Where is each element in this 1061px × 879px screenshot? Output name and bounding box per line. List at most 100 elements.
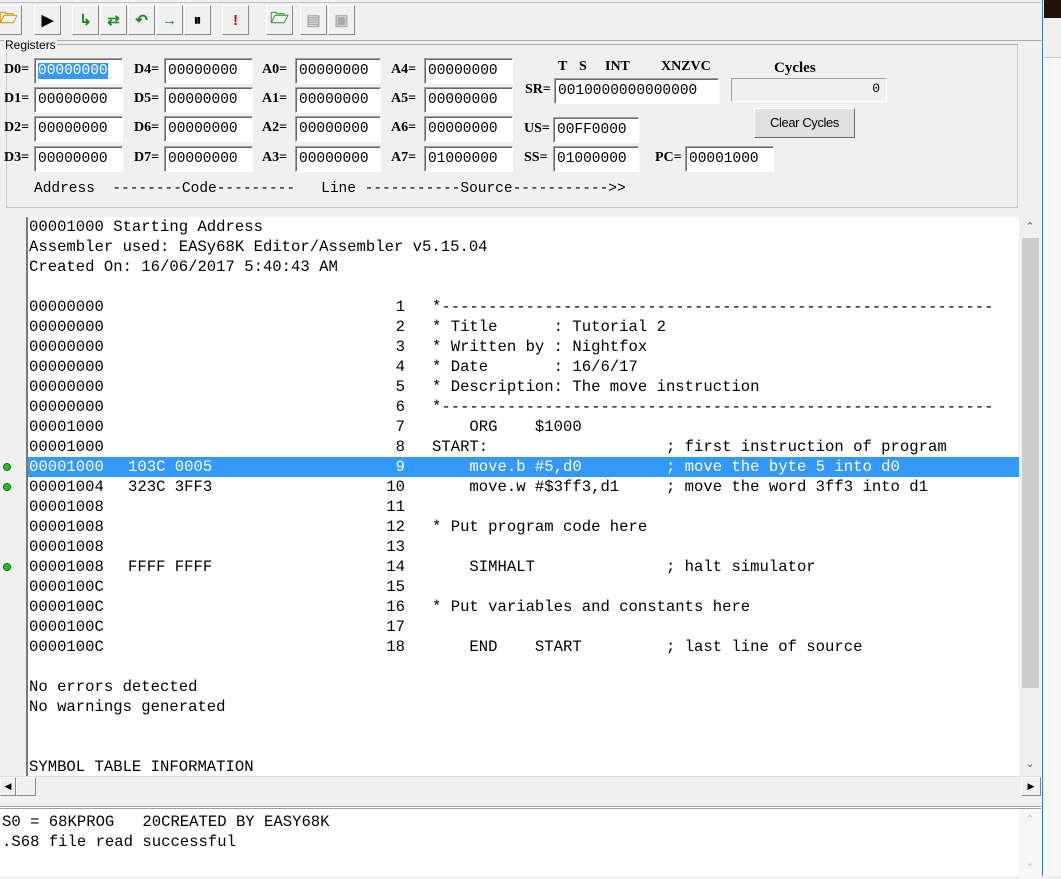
- listing-row[interactable]: 00001000 8 START: ; first instruction of p…: [28, 437, 1019, 457]
- d4-register-field[interactable]: 00000000: [164, 58, 253, 84]
- listing-row[interactable]: 0000100C 17: [28, 617, 1019, 637]
- us-register-field[interactable]: 00FF0000: [553, 117, 639, 143]
- listing-row[interactable]: 00001008 13: [28, 537, 1019, 557]
- listing-row[interactable]: 00001004 323C 3FF3 10 move.w #$3ff3,d1 ; m…: [28, 477, 1019, 497]
- run-to-cursor-button[interactable]: →: [156, 5, 183, 35]
- open-file-button[interactable]: 🗁: [0, 5, 22, 35]
- listing-row[interactable]: 00001008 11: [28, 497, 1019, 517]
- address-cell: 00000000: [29, 318, 104, 336]
- d2-register-field[interactable]: 00000000: [34, 116, 123, 142]
- listing-row[interactable]: 00001000 103C 0005 9 move.b #5,d0 ; move t…: [28, 457, 1019, 477]
- pause-button[interactable]: ⏸: [184, 5, 211, 35]
- a0-register-field[interactable]: 00000000: [295, 58, 381, 84]
- output-pane[interactable]: S0 = 68KPROG 20CREATED BY EASY68K .S68 f…: [0, 806, 1041, 879]
- a0-register-label: A0=: [262, 62, 288, 77]
- a7-register-label: A7=: [391, 150, 417, 165]
- d6-register-label: D6=: [134, 120, 160, 135]
- listing-horizontal-scrollbar[interactable]: ◀ ▶: [0, 776, 1041, 797]
- listing-row[interactable]: SYMBOL TABLE INFORMATION: [28, 757, 1019, 776]
- source-cell: SIMHALT ; halt simulator: [432, 558, 816, 576]
- scroll-down-icon[interactable]: ⌄: [1019, 856, 1041, 869]
- listing-row[interactable]: 00001008 FFFF FFFF 14 SIMHALT ; halt simul…: [28, 557, 1019, 577]
- sr-register-label: SR=: [525, 82, 551, 97]
- listing-row[interactable]: 00001000 7 ORG $1000: [28, 417, 1019, 437]
- d0-register-field[interactable]: 00000000: [34, 58, 123, 84]
- a7-register-field[interactable]: 01000000: [424, 146, 513, 172]
- listing-row[interactable]: Assembler used: EASy68K Editor/Assembler…: [28, 237, 1019, 257]
- log-stop-button: ▣: [328, 5, 355, 35]
- line-number-cell: 10: [386, 478, 405, 496]
- listing-row[interactable]: 00001008 12 * Put program code here: [28, 517, 1019, 537]
- listing-row[interactable]: No errors detected: [28, 677, 1019, 697]
- d6-register-field[interactable]: 00000000: [164, 116, 253, 142]
- d7-register-field[interactable]: 00000000: [164, 146, 253, 172]
- line-number-cell: 3: [395, 338, 405, 356]
- scroll-up-icon[interactable]: ⌃: [1019, 217, 1041, 238]
- listing-row[interactable]: [28, 737, 1019, 757]
- source-cell: END START ; last line of source: [432, 638, 863, 656]
- listing-row[interactable]: 0000100C 15: [28, 577, 1019, 597]
- scroll-down-icon[interactable]: ⌄: [1019, 754, 1041, 775]
- source-cell: * Put variables and constants here: [432, 598, 751, 616]
- d1-register-value: 00000000: [38, 92, 108, 108]
- line-number-cell: 8: [395, 438, 405, 456]
- us-register-value: 00FF0000: [557, 122, 627, 138]
- listing-row[interactable]: Created On: 16/06/2017 5:40:43 AM: [28, 257, 1019, 277]
- listing-vertical-scrollbar[interactable]: ⌃ ⌄: [1019, 217, 1041, 776]
- listing-row[interactable]: 00000000 5 * Description: The move instruc…: [28, 377, 1019, 397]
- pc-register-label: PC=: [655, 150, 682, 165]
- listing-row[interactable]: [28, 657, 1019, 677]
- listing-row[interactable]: [28, 717, 1019, 737]
- d2-register-value: 00000000: [38, 121, 108, 137]
- a6-register-field[interactable]: 00000000: [424, 116, 513, 142]
- pc-register-field[interactable]: 00001000: [685, 146, 774, 172]
- horizontal-scroll-thumb[interactable]: [16, 777, 36, 796]
- trace-button[interactable]: ↶: [128, 5, 155, 35]
- listing-row[interactable]: 00000000 2 * Title : Tutorial 2: [28, 317, 1019, 337]
- a1-register-field[interactable]: 00000000: [295, 87, 381, 113]
- ss-register-field[interactable]: 01000000: [553, 146, 639, 172]
- a2-register-value: 00000000: [299, 121, 369, 137]
- source-cell: * Description: The move instruction: [432, 378, 760, 396]
- step-over-button[interactable]: ⇄: [100, 5, 127, 35]
- a5-register-field[interactable]: 00000000: [424, 87, 513, 113]
- d3-register-label: D3=: [4, 150, 30, 165]
- breakpoint-icon[interactable]: [3, 483, 11, 491]
- listing-row[interactable]: 0000100C 18 END START ; last line of sour…: [28, 637, 1019, 657]
- listing-row[interactable]: 00000000 1 *------------------------------…: [28, 297, 1019, 317]
- breakpoint-icon[interactable]: [3, 563, 11, 571]
- source-cell: * Title : Tutorial 2: [432, 318, 666, 336]
- sr-register-field[interactable]: 0010000000000000: [554, 78, 719, 104]
- reset-icon: !: [233, 11, 238, 29]
- listing-row[interactable]: No warnings generated: [28, 697, 1019, 717]
- output-vertical-scrollbar[interactable]: ⌃ ⌄: [1019, 809, 1041, 879]
- scroll-right-icon[interactable]: ▶: [1021, 777, 1041, 796]
- listing-row[interactable]: 0000100C 16 * Put variables and constants …: [28, 597, 1019, 617]
- listing-row[interactable]: 00000000 6 *------------------------------…: [28, 397, 1019, 417]
- step-into-button[interactable]: ↳: [72, 5, 99, 35]
- address-cell: 0000100C: [29, 638, 104, 656]
- listing-row[interactable]: 00001000 Starting Address: [28, 217, 1019, 237]
- listing-row[interactable]: [28, 277, 1019, 297]
- d3-register-field[interactable]: 00000000: [34, 146, 123, 172]
- listing-row[interactable]: 00000000 4 * Date : 16/6/17: [28, 357, 1019, 377]
- a3-register-field[interactable]: 00000000: [295, 146, 381, 172]
- clear-cycles-button[interactable]: Clear Cycles: [754, 108, 855, 138]
- a4-register-field[interactable]: 00000000: [424, 58, 513, 84]
- sr-header-s: S: [579, 59, 587, 74]
- d5-register-field[interactable]: 00000000: [164, 87, 253, 113]
- scroll-thumb[interactable]: [1022, 238, 1039, 688]
- address-cell: 00001008: [29, 558, 104, 576]
- reload-button[interactable]: 🗁: [266, 5, 293, 35]
- address-cell: 0000100C: [29, 578, 104, 596]
- breakpoint-icon[interactable]: [3, 463, 11, 471]
- scroll-left-icon[interactable]: ◀: [0, 777, 16, 796]
- d1-register-field[interactable]: 00000000: [34, 87, 123, 113]
- reset-button[interactable]: !: [222, 5, 249, 35]
- run-button[interactable]: ▶: [34, 5, 61, 35]
- address-cell: 00000000: [29, 358, 104, 376]
- scroll-up-icon[interactable]: ⌃: [1019, 813, 1041, 826]
- listing-row[interactable]: 00000000 3 * Written by : Nightfox: [28, 337, 1019, 357]
- listing-pane[interactable]: 00001000 Starting Address Assembler used:…: [26, 217, 1019, 776]
- a2-register-field[interactable]: 00000000: [295, 116, 381, 142]
